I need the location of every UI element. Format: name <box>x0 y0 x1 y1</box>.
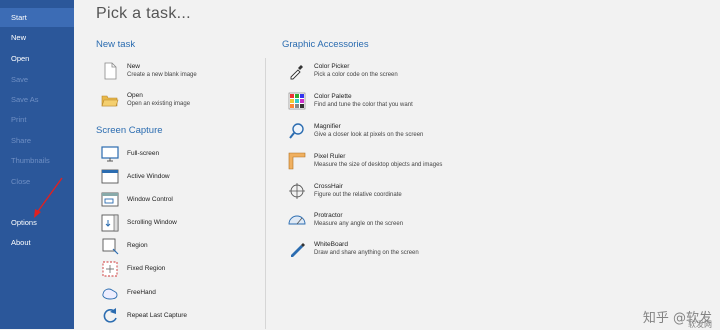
window-icon <box>101 169 119 184</box>
capture-scrolling-window[interactable]: Scrolling Window <box>101 214 251 236</box>
screen-capture-heading: Screen Capture <box>96 125 163 136</box>
sidebar-item-open[interactable]: Open <box>0 49 74 68</box>
task-new[interactable]: New Create a new blank image <box>101 62 251 84</box>
capture-full-screen[interactable]: Full-screen <box>101 145 251 167</box>
pixel-ruler-icon <box>288 152 306 170</box>
task-open[interactable]: Open Open an existing image <box>101 91 251 113</box>
start-page: Pick a task... New task New Create a new… <box>74 0 720 329</box>
task-title: Scrolling Window <box>127 219 177 226</box>
task-description: Pick a color code on the screen <box>314 72 398 78</box>
monitor-icon <box>101 146 119 162</box>
task-description: Find and tune the color that you want <box>314 102 413 108</box>
task-description: Measure the size of desktop objects and … <box>314 162 443 168</box>
task-title: CrossHair <box>314 183 343 190</box>
task-description: Measure any angle on the screen <box>314 221 404 227</box>
column-divider <box>265 58 266 329</box>
open-folder-icon <box>101 95 119 107</box>
sidebar-item-save: Save <box>11 75 29 84</box>
task-title: Repeat Last Capture <box>127 312 187 319</box>
sidebar-item-about[interactable]: About <box>0 233 74 252</box>
capture-freehand[interactable]: FreeHand <box>101 284 251 306</box>
scrolling-window-icon <box>101 214 119 232</box>
magnifier-icon <box>289 123 304 139</box>
page-title: Pick a task... <box>96 5 191 22</box>
eyedropper-icon <box>290 65 303 80</box>
watermark: 知乎 @软发 软发网 <box>643 307 712 329</box>
backstage-sidebar: Start New Open Save Save As Print Share … <box>0 0 74 329</box>
task-description: Create a new blank image <box>127 72 197 78</box>
crosshair-icon <box>289 183 305 199</box>
capture-region[interactable]: Region <box>101 237 251 259</box>
sidebar-item-new[interactable]: New <box>0 28 74 47</box>
sidebar-item-share: Share <box>11 136 32 145</box>
tool-pixel-ruler[interactable]: Pixel Ruler Measure the size of desktop … <box>288 152 508 174</box>
tool-color-palette[interactable]: Color Palette Find and tune the color th… <box>288 92 508 114</box>
fixed-region-icon <box>102 261 118 277</box>
tool-protractor[interactable]: Protractor Measure any angle on the scre… <box>288 211 508 233</box>
task-title: Protractor <box>314 212 343 219</box>
capture-window-control[interactable]: Window Control <box>101 191 251 213</box>
region-icon <box>102 238 119 255</box>
task-title: Fixed Region <box>127 265 166 272</box>
task-description: Give a closer look at pixels on the scre… <box>314 132 424 138</box>
task-title: Full-screen <box>127 150 160 157</box>
sidebar-item-start[interactable]: Start <box>0 8 74 27</box>
task-title: Color Palette <box>314 93 352 100</box>
task-title: Open <box>127 92 143 99</box>
task-title: Pixel Ruler <box>314 153 346 160</box>
sidebar-item-print: Print <box>11 115 27 124</box>
new-task-heading: New task <box>96 39 136 50</box>
capture-repeat-last[interactable]: Repeat Last Capture <box>101 307 251 329</box>
task-title: Window Control <box>127 196 173 203</box>
task-description: Open an existing image <box>127 101 191 107</box>
tool-crosshair[interactable]: CrossHair Figure out the relative coordi… <box>288 182 508 204</box>
window-control-icon <box>101 192 119 207</box>
repeat-icon <box>103 308 117 323</box>
tool-whiteboard[interactable]: WhiteBoard Draw and share anything on th… <box>288 240 508 262</box>
watermark-subtext: 软发网 <box>688 320 712 329</box>
sidebar-item-save-as: Save As <box>11 95 39 104</box>
task-description: Figure out the relative coordinate <box>314 192 402 198</box>
task-title: FreeHand <box>127 289 156 296</box>
blank-page-icon <box>104 62 117 80</box>
graphic-accessories-heading: Graphic Accessories <box>282 39 369 50</box>
task-description: Draw and share anything on the screen <box>314 250 419 256</box>
protractor-icon <box>288 215 306 225</box>
freehand-icon <box>102 288 118 300</box>
color-palette-icon <box>288 92 306 110</box>
capture-active-window[interactable]: Active Window <box>101 168 251 190</box>
task-title: Active Window <box>127 173 170 180</box>
tool-magnifier[interactable]: Magnifier Give a closer look at pixels o… <box>288 122 508 144</box>
capture-fixed-region[interactable]: Fixed Region <box>101 260 251 282</box>
task-title: New <box>127 63 141 70</box>
tool-color-picker[interactable]: Color Picker Pick a color code on the sc… <box>288 62 508 84</box>
task-title: Magnifier <box>314 123 341 130</box>
whiteboard-pen-icon <box>291 243 305 257</box>
red-arrow-annotation <box>34 177 63 218</box>
task-title: WhiteBoard <box>314 241 348 248</box>
sidebar-item-thumbnails: Thumbnails <box>11 156 50 165</box>
task-title: Color Picker <box>314 63 350 70</box>
task-title: Region <box>127 242 148 249</box>
